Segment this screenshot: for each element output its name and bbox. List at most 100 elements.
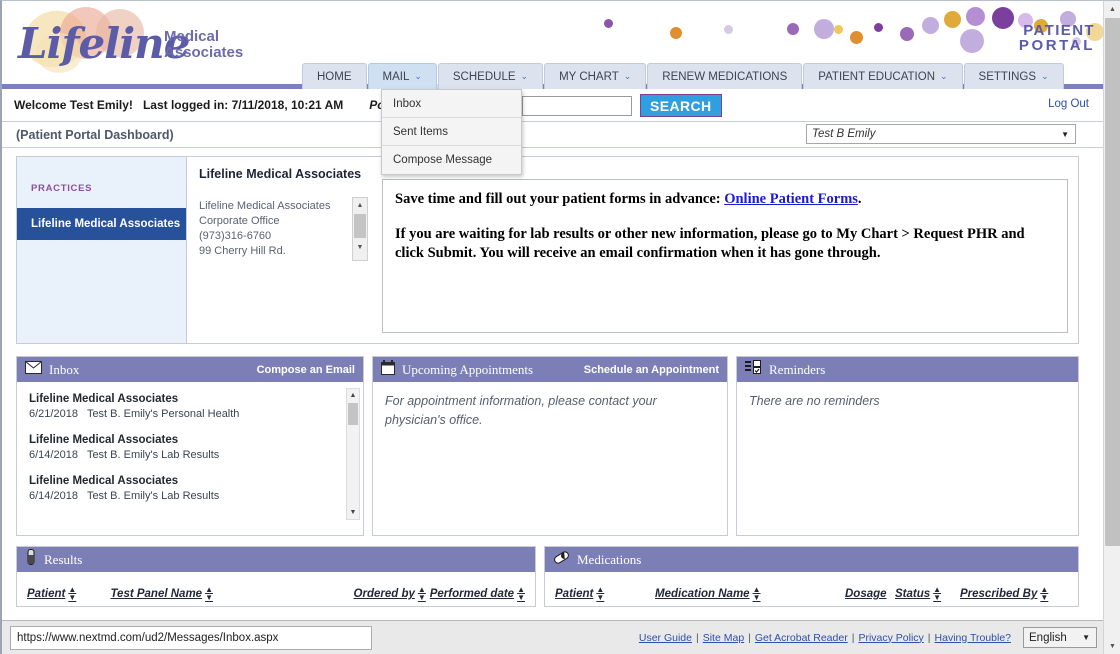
welcome-bar: Welcome Test Emily! Last logged in: 7/11… bbox=[2, 89, 1105, 122]
menu-item-inbox[interactable]: Inbox bbox=[382, 90, 521, 118]
practice-item-lifeline[interactable]: Lifeline Medical Associates bbox=[17, 208, 186, 240]
nav-tab-settings[interactable]: SETTINGS ⌄ bbox=[963, 63, 1064, 89]
list-item[interactable]: Lifeline Medical Associates 6/21/2018 Tes… bbox=[29, 392, 351, 422]
practice-detail: Lifeline Medical Associates Lifeline Med… bbox=[187, 157, 372, 343]
inbox-widget-header: Inbox Compose an Email bbox=[17, 357, 363, 382]
results-col-patient[interactable]: Patient ▲ ▼ bbox=[27, 586, 110, 602]
meds-col-patient[interactable]: Patient ▲ ▼ bbox=[555, 586, 655, 602]
scroll-up-arrow-icon[interactable]: ▲ bbox=[1104, 1, 1120, 18]
scroll-down-arrow-icon[interactable]: ▼ bbox=[347, 506, 359, 519]
meds-col-status[interactable]: Status ▲ ▼ bbox=[895, 586, 960, 602]
patient-selector[interactable]: Test B Emily ▼ bbox=[806, 124, 1076, 144]
site-header: Lifeline Medical Associates PATIENT PORT… bbox=[2, 1, 1105, 89]
search-input[interactable] bbox=[522, 96, 632, 116]
meds-col-dosage[interactable]: Dosage bbox=[845, 588, 895, 600]
medications-table-columns: Patient ▲ ▼ Medication Name ▲ ▼ Dosage Sta… bbox=[545, 572, 1078, 606]
chevron-down-icon: ▼ bbox=[1061, 129, 1069, 139]
reminders-widget: Reminders There are no reminders bbox=[736, 356, 1079, 536]
nav-tab-home[interactable]: HOME bbox=[302, 63, 367, 89]
scrollbar-thumb[interactable] bbox=[348, 403, 358, 425]
language-selector[interactable]: English ▼ bbox=[1023, 627, 1097, 648]
sort-icon: ▲ ▼ bbox=[68, 585, 77, 602]
link-separator: | bbox=[748, 631, 751, 644]
practice-detail-scrollbar[interactable]: ▲ ▼ bbox=[352, 197, 368, 261]
nav-tab-patient-education-label: PATIENT EDUCATION bbox=[818, 70, 935, 83]
message-subject: Test B. Emily's Personal Health bbox=[86, 408, 240, 420]
logo-subtitle-line1: Medical bbox=[164, 28, 220, 45]
search-button[interactable]: SEARCH bbox=[640, 94, 722, 117]
medications-table-title: Medications bbox=[577, 551, 642, 567]
patient-portal-wordmark: PATIENT PORTAL bbox=[1019, 23, 1095, 53]
chevron-down-icon: ⌄ bbox=[520, 71, 529, 81]
get-acrobat-reader-link[interactable]: Get Acrobat Reader bbox=[755, 632, 848, 644]
announcement-line-1-post: . bbox=[857, 191, 862, 207]
list-item[interactable]: Lifeline Medical Associates 6/14/2018 Tes… bbox=[29, 474, 351, 504]
online-patient-forms-link[interactable]: Online Patient Forms bbox=[724, 191, 858, 207]
practice-detail-line: Corporate Office bbox=[199, 215, 280, 227]
nav-tab-schedule[interactable]: SCHEDULE ⌄ bbox=[437, 63, 544, 89]
reminders-empty-text: There are no reminders bbox=[749, 394, 880, 408]
practices-column: PRACTICES Lifeline Medical Associates bbox=[17, 157, 187, 343]
practice-detail-lines: Lifeline Medical Associates Corporate Of… bbox=[199, 199, 372, 259]
chevron-down-icon: ⌄ bbox=[623, 71, 632, 81]
inbox-scrollbar[interactable]: ▲ ▼ bbox=[346, 388, 360, 520]
inbox-widget: Inbox Compose an Email Lifeline Medical … bbox=[16, 356, 364, 536]
scroll-down-arrow-icon[interactable]: ▼ bbox=[1104, 638, 1120, 654]
list-item[interactable]: Lifeline Medical Associates 6/14/2018 Tes… bbox=[29, 433, 351, 463]
scroll-down-arrow-icon[interactable]: ▼ bbox=[353, 240, 367, 254]
logout-link[interactable]: Log Out bbox=[1048, 98, 1089, 110]
logo-subtitle-line2: Associates bbox=[164, 44, 244, 61]
appointments-widget: Upcoming Appointments Schedule an Appoin… bbox=[372, 356, 728, 536]
menu-item-compose-message[interactable]: Compose Message bbox=[382, 146, 521, 174]
portal-line-2: PORTAL bbox=[1018, 37, 1095, 54]
nav-tab-my-chart-label: MY CHART bbox=[559, 70, 619, 83]
pill-icon bbox=[553, 550, 570, 570]
practice-detail-title: Lifeline Medical Associates bbox=[199, 167, 362, 181]
results-col-test-panel-name[interactable]: Test Panel Name ▲ ▼ bbox=[110, 586, 353, 602]
nav-tab-patient-education[interactable]: PATIENT EDUCATION ⌄ bbox=[803, 63, 963, 89]
site-map-link[interactable]: Site Map bbox=[703, 632, 744, 644]
practice-item-label: Lifeline Medical Associates bbox=[31, 218, 181, 230]
scroll-up-arrow-icon[interactable]: ▲ bbox=[347, 389, 359, 402]
results-table-header: Results bbox=[17, 547, 535, 572]
column-label: Ordered by bbox=[353, 588, 415, 600]
announcement-line-1-pre: Save time and fill out your patient form… bbox=[395, 191, 725, 207]
browser-window: Lifeline Medical Associates PATIENT PORT… bbox=[0, 0, 1120, 654]
tables-row: Results Patient ▲ ▼ Test Panel Name ▲ ▼ Or… bbox=[16, 546, 1079, 607]
message-meta: 6/14/2018 Test B. Emily's Lab Results bbox=[29, 448, 351, 463]
scrollbar-thumb[interactable] bbox=[354, 214, 366, 238]
results-col-performed-date[interactable]: Performed date ▲ ▼ bbox=[430, 586, 525, 602]
medications-table-header: Medications bbox=[545, 547, 1078, 572]
privacy-policy-link[interactable]: Privacy Policy bbox=[858, 632, 923, 644]
language-selector-value: English bbox=[1029, 631, 1067, 644]
sort-icon: ▲ ▼ bbox=[517, 585, 525, 602]
scrollbar-thumb[interactable] bbox=[1105, 18, 1120, 546]
nav-tab-my-chart[interactable]: MY CHART ⌄ bbox=[544, 63, 647, 89]
meds-col-medication-name[interactable]: Medication Name ▲ ▼ bbox=[655, 586, 845, 602]
meds-col-prescribed-by[interactable]: Prescribed By ▲ ▼ bbox=[960, 586, 1048, 602]
user-guide-link[interactable]: User Guide bbox=[639, 632, 692, 644]
appointments-widget-body: For appointment information, please cont… bbox=[373, 382, 727, 535]
chevron-down-icon: ⌄ bbox=[940, 71, 948, 81]
calendar-icon bbox=[381, 359, 395, 380]
practices-label: PRACTICES bbox=[31, 183, 93, 194]
having-trouble-link[interactable]: Having Trouble? bbox=[935, 632, 1011, 644]
breadcrumb-bar: (Patient Portal Dashboard) Test B Emily … bbox=[2, 122, 1105, 148]
message-subject: Test B. Emily's Lab Results bbox=[86, 490, 220, 502]
nav-tab-renew-medications[interactable]: RENEW MEDICATIONS bbox=[647, 63, 803, 89]
message-date: 6/14/2018 bbox=[29, 449, 78, 461]
compose-email-link[interactable]: Compose an Email bbox=[257, 364, 355, 376]
status-bar: https://www.nextmd.com/ud2/Messages/Inbo… bbox=[2, 620, 1120, 654]
schedule-appointment-link[interactable]: Schedule an Appointment bbox=[584, 364, 719, 376]
column-label: Performed date bbox=[429, 588, 515, 600]
sort-icon: ▲ ▼ bbox=[1040, 585, 1049, 602]
menu-item-sent-items[interactable]: Sent Items bbox=[382, 118, 521, 146]
browser-scrollbar[interactable]: ▲ ▼ bbox=[1103, 1, 1120, 654]
column-label: Dosage bbox=[845, 588, 887, 600]
test-tube-icon bbox=[25, 549, 37, 570]
results-col-ordered-by[interactable]: Ordered by ▲ ▼ bbox=[354, 586, 430, 602]
status-url-field[interactable]: https://www.nextmd.com/ud2/Messages/Inbo… bbox=[10, 625, 372, 650]
nav-tab-mail[interactable]: MAIL ⌄ bbox=[367, 63, 437, 89]
scroll-up-arrow-icon[interactable]: ▲ bbox=[353, 198, 367, 212]
sort-icon: ▲ ▼ bbox=[752, 585, 761, 602]
